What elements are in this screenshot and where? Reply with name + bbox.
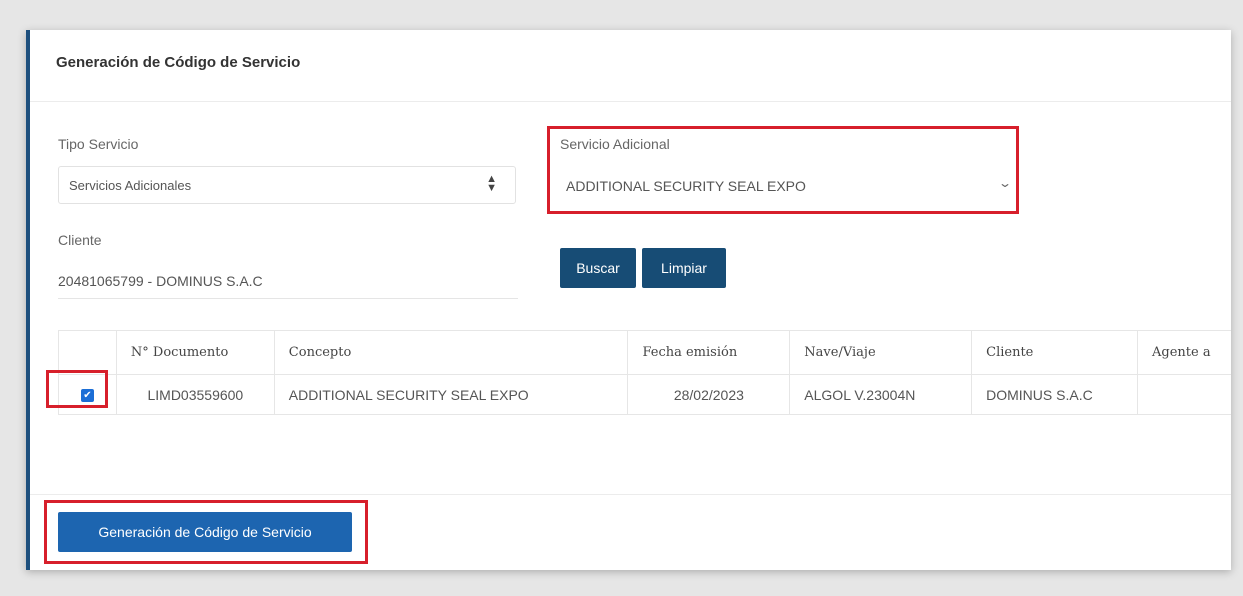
table-row: ✔ LIMD03559600 ADDITIONAL SECURITY SEAL …	[58, 374, 1231, 415]
column-header[interactable]: Nave/Viaje	[789, 330, 973, 375]
column-header[interactable]: Fecha emisión	[627, 330, 791, 375]
servicio-adicional-label: Servicio Adicional	[560, 136, 670, 152]
results-table: N° Documento Concepto Fecha emisión Nave…	[58, 330, 1231, 415]
servicio-adicional-select[interactable]: ADDITIONAL SECURITY SEAL EXPO	[566, 178, 806, 194]
tipo-servicio-value: Servicios Adicionales	[69, 178, 192, 193]
concepto-cell: ADDITIONAL SECURITY SEAL EXPO	[273, 374, 629, 415]
documento-cell: LIMD03559600	[115, 374, 275, 415]
cliente-field[interactable]: 20481065799 - DOMINUS S.A.C	[58, 273, 263, 289]
limpiar-button[interactable]: Limpiar	[642, 248, 726, 288]
page-title: Generación de Código de Servicio	[56, 54, 301, 71]
column-header[interactable]: N° Documento	[115, 330, 275, 375]
cliente-underline	[58, 298, 518, 299]
footer-divider	[30, 494, 1231, 495]
cliente-cell: DOMINUS S.A.C	[971, 374, 1138, 415]
panel-header: Generación de Código de Servicio	[30, 30, 1231, 102]
sort-icon: ▲ ▼	[486, 173, 497, 194]
tipo-servicio-label: Tipo Servicio	[58, 136, 139, 152]
select-column-header	[58, 330, 117, 375]
fecha-cell: 28/02/2023	[627, 374, 791, 415]
column-header[interactable]: Agente a	[1137, 330, 1231, 375]
buscar-button[interactable]: Buscar	[560, 248, 636, 288]
checkbox-highlight	[46, 370, 108, 408]
column-header[interactable]: Cliente	[971, 330, 1138, 375]
agente-cell	[1137, 374, 1231, 415]
nave-viaje-cell: ALGOL V.23004N	[789, 374, 973, 415]
table-header-row: N° Documento Concepto Fecha emisión Nave…	[58, 330, 1231, 375]
generate-button-highlight	[44, 500, 368, 564]
cliente-label: Cliente	[58, 232, 102, 248]
chevron-down-icon[interactable]: ⌄	[998, 176, 1012, 190]
tipo-servicio-select[interactable]: Servicios Adicionales ▲ ▼	[58, 166, 516, 204]
column-header[interactable]: Concepto	[273, 330, 629, 375]
service-code-panel: Generación de Código de Servicio Tipo Se…	[26, 30, 1231, 570]
